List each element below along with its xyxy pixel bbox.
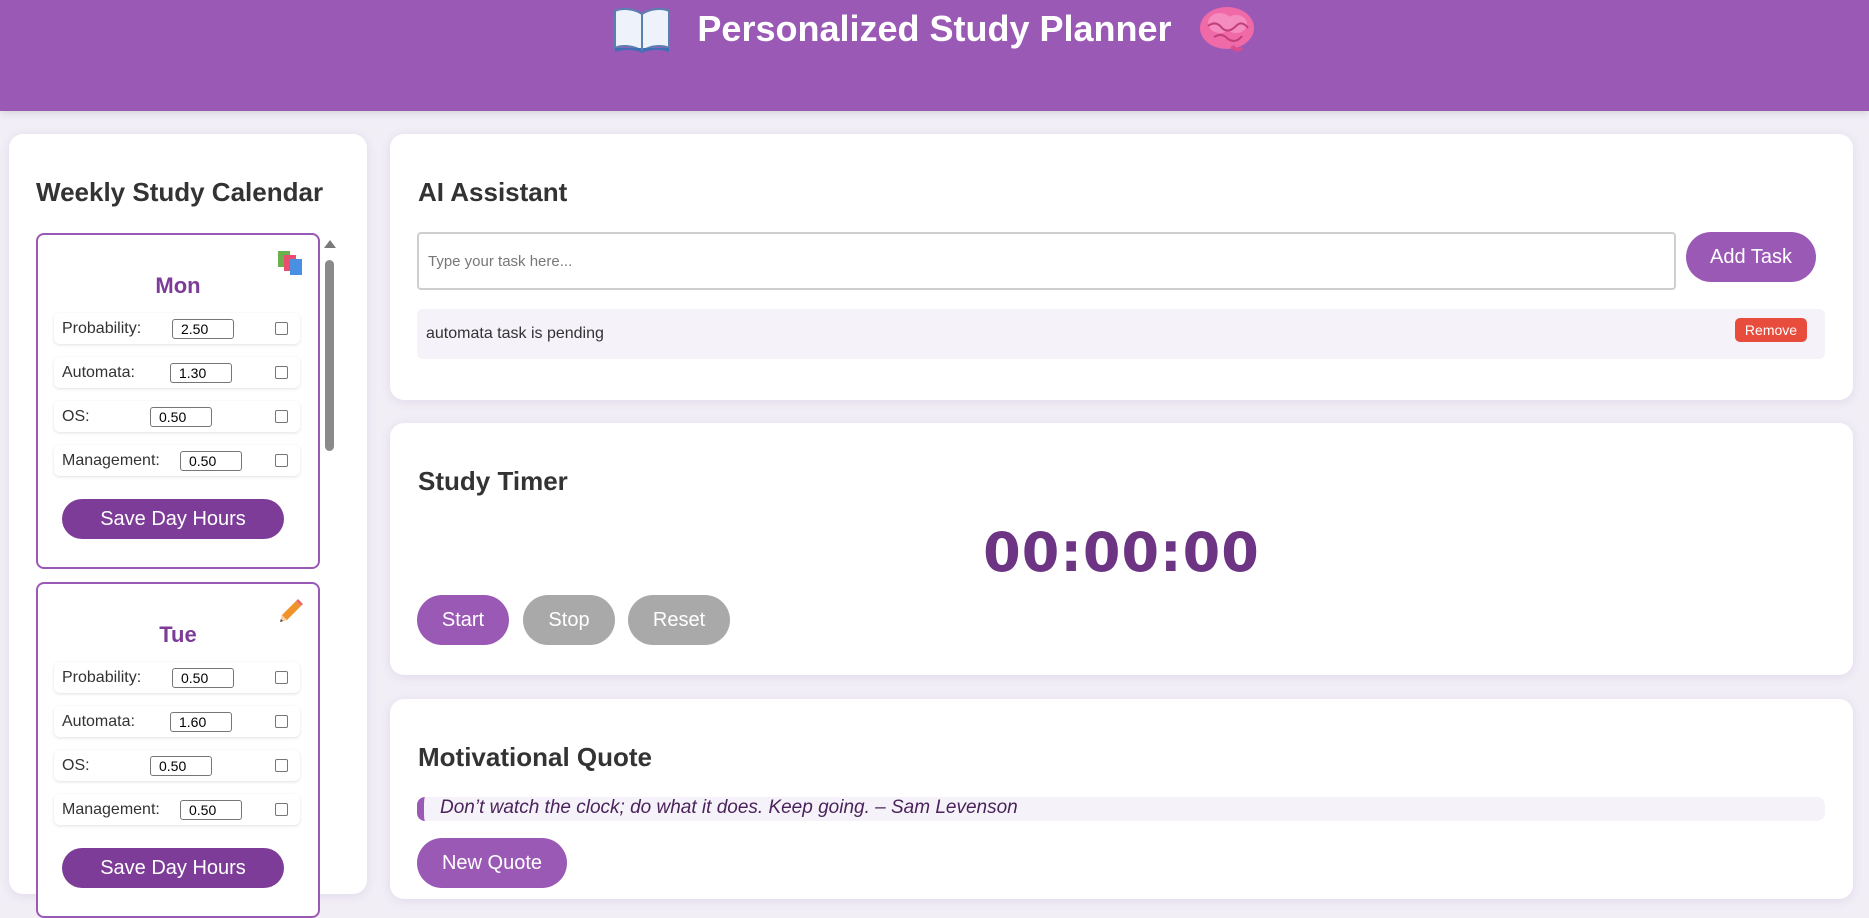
subject-label: Probability: (62, 320, 142, 337)
subject-row-os: OS: (54, 401, 300, 432)
done-checkbox[interactable] (275, 759, 288, 772)
pencil-icon (276, 598, 304, 626)
task-item: automata task is pending Remove (417, 309, 1825, 359)
subject-row-automata: Automata: (54, 357, 300, 388)
page-title: Personalized Study Planner (697, 8, 1172, 49)
books-stack-icon (276, 249, 304, 277)
subject-label: Management: (62, 452, 160, 469)
stop-button[interactable]: Stop (523, 595, 615, 645)
subject-row-management: Management: (54, 794, 300, 825)
brain-icon (1196, 4, 1258, 54)
task-input[interactable] (417, 232, 1676, 290)
done-checkbox[interactable] (275, 803, 288, 816)
ai-assistant-title: AI Assistant (418, 177, 568, 207)
calendar-scrollbar[interactable] (323, 240, 336, 870)
open-book-icon (611, 4, 673, 54)
save-day-hours-button[interactable]: Save Day Hours (62, 499, 284, 539)
done-checkbox[interactable] (275, 322, 288, 335)
subject-label: Management: (62, 801, 160, 818)
subject-label: OS: (62, 408, 90, 425)
done-checkbox[interactable] (275, 454, 288, 467)
hours-input-os[interactable] (150, 407, 212, 427)
calendar-title: Weekly Study Calendar (36, 177, 324, 207)
study-timer-title: Study Timer (418, 466, 568, 496)
save-day-hours-button[interactable]: Save Day Hours (62, 848, 284, 888)
remove-task-button[interactable]: Remove (1735, 318, 1807, 342)
timer-display: 00:00:00 (983, 521, 1260, 584)
task-text: automata task is pending (426, 325, 604, 342)
day-card-tue: Tue Probability: Automata: OS: Manageme (36, 582, 320, 918)
hours-input-probability[interactable] (172, 668, 234, 688)
subject-row-automata: Automata: (54, 706, 300, 737)
subject-row-management: Management: (54, 445, 300, 476)
scroll-thumb[interactable] (325, 260, 334, 451)
subject-label: Probability: (62, 669, 142, 686)
quote-box: Don’t watch the clock; do what it does. … (417, 797, 1825, 821)
start-button[interactable]: Start (417, 595, 509, 645)
subject-row-probability: Probability: (54, 313, 300, 344)
hours-input-management[interactable] (180, 451, 242, 471)
done-checkbox[interactable] (275, 366, 288, 379)
done-checkbox[interactable] (275, 715, 288, 728)
quote-title: Motivational Quote (418, 742, 652, 772)
study-timer-panel: Study Timer 00:00:00 Start Stop Reset (390, 423, 1853, 675)
add-task-button[interactable]: Add Task (1686, 232, 1816, 282)
subject-label: Automata: (62, 713, 135, 730)
reset-button[interactable]: Reset (628, 595, 730, 645)
hours-input-automata[interactable] (170, 712, 232, 732)
new-quote-button[interactable]: New Quote (417, 838, 567, 888)
scroll-up-arrow-icon[interactable] (324, 240, 336, 248)
hours-input-automata[interactable] (170, 363, 232, 383)
subject-row-probability: Probability: (54, 662, 300, 693)
subject-row-os: OS: (54, 750, 300, 781)
done-checkbox[interactable] (275, 410, 288, 423)
header-content: Personalized Study Planner (0, 4, 1869, 54)
motivational-quote-panel: Motivational Quote Don’t watch the clock… (390, 699, 1853, 899)
hours-input-probability[interactable] (172, 319, 234, 339)
day-card-mon: Mon Probability: Automata: OS: Managemen… (36, 233, 320, 569)
app-header: Personalized Study Planner (0, 0, 1869, 111)
hours-input-management[interactable] (180, 800, 242, 820)
done-checkbox[interactable] (275, 671, 288, 684)
quote-text: Don’t watch the clock; do what it does. … (440, 797, 1018, 818)
subject-label: Automata: (62, 364, 135, 381)
hours-input-os[interactable] (150, 756, 212, 776)
subject-label: OS: (62, 757, 90, 774)
ai-assistant-panel: AI Assistant Add Task automata task is p… (390, 134, 1853, 400)
